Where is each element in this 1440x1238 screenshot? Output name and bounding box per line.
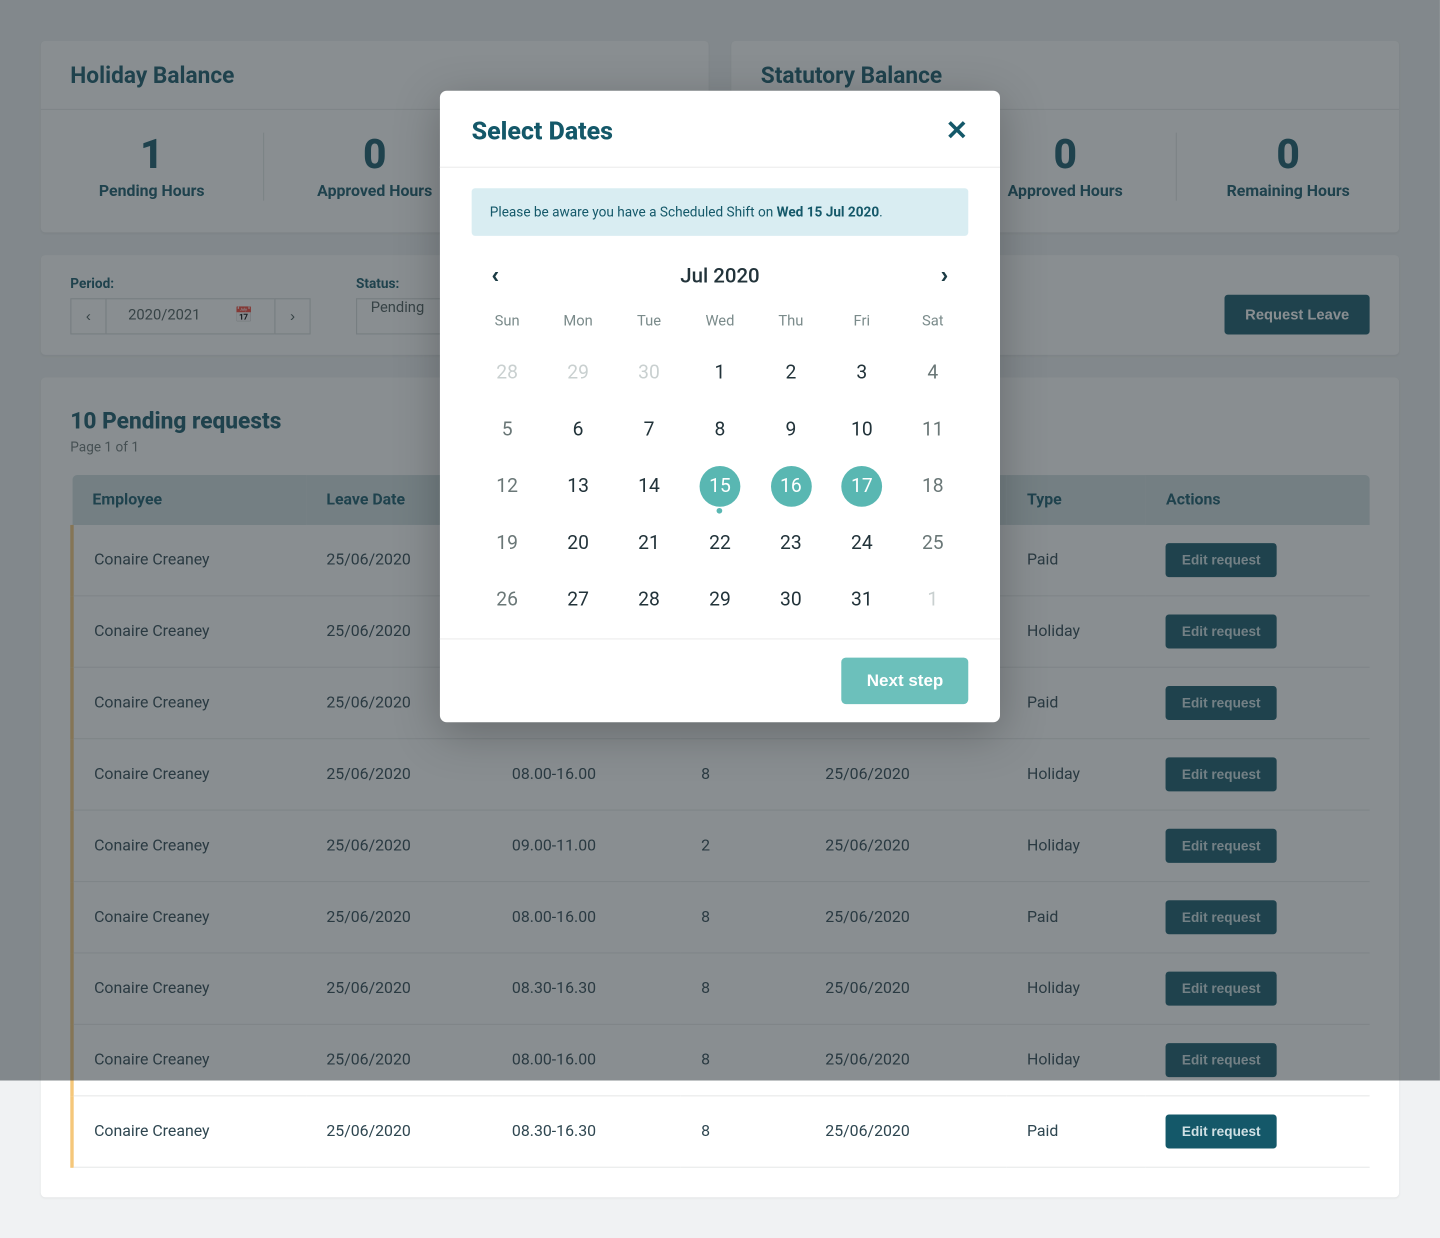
calendar-day[interactable]: 8	[684, 405, 755, 455]
calendar-day[interactable]: 28	[472, 348, 543, 398]
table-cell: 25/06/2020	[306, 1095, 492, 1166]
calendar-day[interactable]: 20	[543, 518, 614, 568]
calendar-day[interactable]: 24	[826, 518, 897, 568]
calendar-dow: Sat	[897, 306, 968, 341]
table-cell: Conaire Creaney	[72, 1095, 306, 1166]
calendar-dow: Sun	[472, 306, 543, 341]
edit-request-button[interactable]: Edit request	[1166, 1114, 1276, 1148]
table-cell-actions: Edit request	[1146, 1095, 1370, 1166]
calendar-day[interactable]: 11	[897, 405, 968, 455]
calendar-day[interactable]: 27	[543, 575, 614, 625]
calendar-day[interactable]: 29	[543, 348, 614, 398]
calendar-day[interactable]: 25	[897, 518, 968, 568]
calendar-grid: SunMonTueWedThuFriSat2829301234567891011…	[472, 306, 969, 625]
calendar-day[interactable]: 9	[755, 405, 826, 455]
chevron-left-icon: ‹	[492, 262, 500, 287]
notice-prefix: Please be aware you have a Scheduled Shi…	[490, 204, 777, 220]
calendar-day[interactable]: 3	[826, 348, 897, 398]
calendar-day[interactable]: 12	[472, 461, 543, 511]
calendar-day[interactable]: 19	[472, 518, 543, 568]
calendar-day[interactable]: 22	[684, 518, 755, 568]
calendar-day[interactable]: 30	[614, 348, 685, 398]
calendar-day[interactable]: 26	[472, 575, 543, 625]
calendar-prev-button[interactable]: ‹	[478, 259, 512, 293]
calendar-dow: Tue	[614, 306, 685, 341]
calendar-day[interactable]: 16	[755, 461, 826, 511]
calendar-next-button[interactable]: ›	[927, 259, 961, 293]
event-dot-icon	[717, 508, 723, 514]
calendar-dow: Mon	[543, 306, 614, 341]
calendar-day[interactable]: 4	[897, 348, 968, 398]
calendar-day[interactable]: 31	[826, 575, 897, 625]
table-cell: 25/06/2020	[805, 1095, 1007, 1166]
calendar-day[interactable]: 7	[614, 405, 685, 455]
modal-overlay[interactable]: Select Dates ✕ Please be aware you have …	[0, 0, 1440, 1081]
calendar-day[interactable]: 6	[543, 405, 614, 455]
calendar-day[interactable]: 1	[684, 348, 755, 398]
calendar-day[interactable]: 23	[755, 518, 826, 568]
close-icon: ✕	[945, 116, 968, 147]
calendar-day[interactable]: 14	[614, 461, 685, 511]
calendar-day[interactable]: 10	[826, 405, 897, 455]
calendar-month: Jul 2020	[680, 264, 759, 288]
calendar-dow: Fri	[826, 306, 897, 341]
calendar-day[interactable]: 30	[755, 575, 826, 625]
next-step-button[interactable]: Next step	[842, 658, 968, 704]
notice-date: Wed 15 Jul 2020	[777, 204, 880, 220]
chevron-right-icon: ›	[941, 262, 949, 287]
schedule-notice: Please be aware you have a Scheduled Shi…	[472, 188, 969, 236]
select-dates-modal: Select Dates ✕ Please be aware you have …	[440, 91, 1000, 723]
notice-suffix: .	[879, 204, 883, 220]
calendar-day[interactable]: 15	[684, 461, 755, 511]
calendar-day[interactable]: 17	[826, 461, 897, 511]
close-button[interactable]: ✕	[945, 118, 968, 145]
table-cell: 8	[681, 1095, 805, 1166]
calendar-day[interactable]: 21	[614, 518, 685, 568]
calendar-day[interactable]: 28	[614, 575, 685, 625]
modal-title: Select Dates	[472, 118, 613, 146]
table-cell: Paid	[1007, 1095, 1146, 1166]
calendar-dow: Thu	[755, 306, 826, 341]
calendar-day[interactable]: 5	[472, 405, 543, 455]
calendar-dow: Wed	[684, 306, 755, 341]
calendar-day[interactable]: 18	[897, 461, 968, 511]
calendar-day[interactable]: 29	[684, 575, 755, 625]
table-cell: 08.30-16.30	[492, 1095, 681, 1166]
calendar-day[interactable]: 1	[897, 575, 968, 625]
table-row: Conaire Creaney25/06/202008.30-16.30825/…	[72, 1095, 1370, 1166]
calendar-day[interactable]: 2	[755, 348, 826, 398]
calendar-day[interactable]: 13	[543, 461, 614, 511]
